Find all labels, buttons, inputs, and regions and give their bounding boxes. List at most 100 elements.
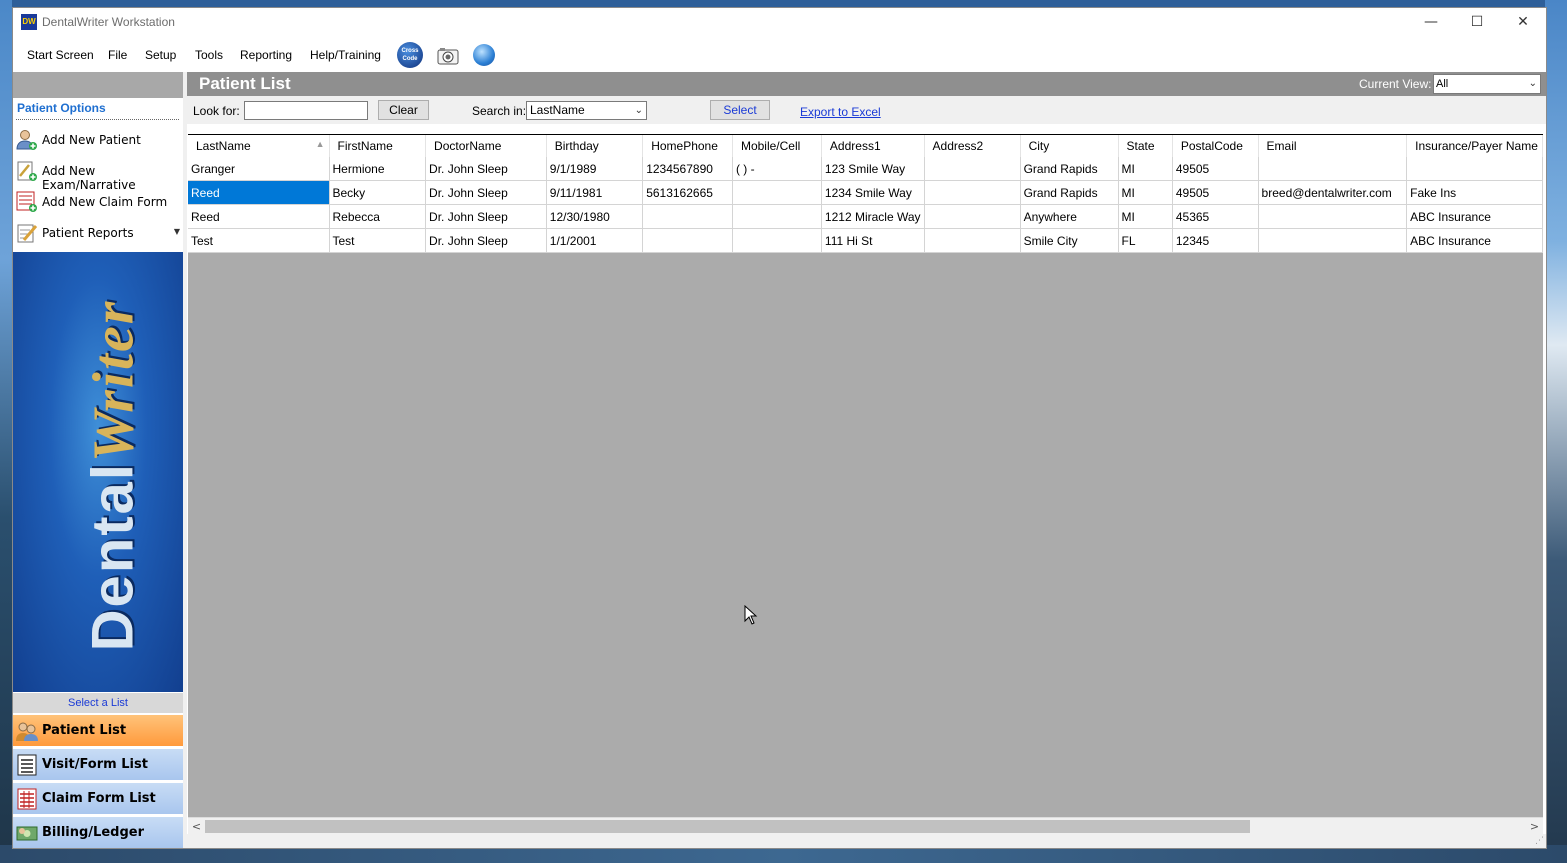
- search-in-select[interactable]: LastName ⌄: [526, 101, 647, 120]
- table-cell[interactable]: Granger: [188, 157, 330, 181]
- table-cell[interactable]: [1258, 228, 1408, 253]
- column-header-insurance[interactable]: Insurance/Payer Name: [1406, 135, 1543, 157]
- nav-visit-form-list[interactable]: Visit/Form List: [13, 748, 183, 780]
- table-cell[interactable]: [732, 228, 822, 253]
- table-cell[interactable]: Reed: [188, 204, 330, 229]
- table-cell[interactable]: 9/11/1981: [546, 180, 644, 205]
- globe-icon[interactable]: [473, 44, 495, 66]
- table-cell[interactable]: Dr. John Sleep: [425, 228, 547, 253]
- column-header-homephone[interactable]: HomePhone: [642, 135, 733, 157]
- table-cell[interactable]: Dr. John Sleep: [425, 157, 547, 181]
- table-cell[interactable]: [924, 180, 1021, 205]
- column-header-doctorname[interactable]: DoctorName: [425, 135, 547, 157]
- column-header-mobile-cell[interactable]: Mobile/Cell: [732, 135, 822, 157]
- crosscode-icon[interactable]: Cross Code: [397, 42, 423, 68]
- menu-reporting[interactable]: Reporting: [240, 48, 292, 62]
- menu-file[interactable]: File: [108, 48, 127, 62]
- export-to-excel-link[interactable]: Export to Excel: [800, 105, 881, 119]
- scroll-right-icon[interactable]: >: [1526, 818, 1543, 835]
- table-cell[interactable]: Smile City: [1020, 228, 1119, 253]
- table-cell[interactable]: ABC Insurance: [1406, 228, 1543, 253]
- table-cell[interactable]: Grand Rapids: [1020, 180, 1119, 205]
- look-for-input[interactable]: [244, 101, 368, 120]
- column-header-email[interactable]: Email: [1258, 135, 1408, 157]
- column-header-birthday[interactable]: Birthday: [546, 135, 644, 157]
- table-cell[interactable]: ( ) -: [732, 157, 822, 181]
- table-cell[interactable]: MI: [1118, 204, 1173, 229]
- scroll-left-icon[interactable]: <: [188, 818, 205, 835]
- table-cell[interactable]: [924, 228, 1021, 253]
- clear-button[interactable]: Clear: [378, 100, 429, 120]
- select-button[interactable]: Select: [710, 100, 770, 120]
- table-cell[interactable]: [642, 228, 733, 253]
- table-cell[interactable]: 123 Smile Way: [821, 157, 925, 181]
- table-cell[interactable]: Hermione: [329, 157, 427, 181]
- table-cell[interactable]: breed@dentalwriter.com: [1258, 180, 1408, 205]
- minimize-button[interactable]: —: [1408, 8, 1454, 38]
- menu-tools[interactable]: Tools: [195, 48, 223, 62]
- current-view-select[interactable]: All ⌄: [1433, 74, 1541, 94]
- nav-billing-ledger[interactable]: Billing/Ledger: [13, 816, 183, 848]
- table-cell[interactable]: Grand Rapids: [1020, 157, 1119, 181]
- table-cell[interactable]: Dr. John Sleep: [425, 204, 547, 229]
- table-cell[interactable]: [1258, 157, 1408, 181]
- column-header-lastname[interactable]: LastName ▲: [188, 135, 330, 157]
- maximize-button[interactable]: ☐: [1454, 8, 1500, 38]
- column-header-state[interactable]: State: [1118, 135, 1173, 157]
- close-button[interactable]: ✕: [1500, 8, 1546, 38]
- horizontal-scrollbar[interactable]: < >: [188, 817, 1543, 835]
- menu-setup[interactable]: Setup: [145, 48, 176, 62]
- table-cell[interactable]: [924, 157, 1021, 181]
- add-new-patient-option[interactable]: Add New Patient: [16, 126, 183, 154]
- title-bar[interactable]: DW DentalWriter Workstation — ☐ ✕: [13, 8, 1546, 38]
- table-cell[interactable]: 1/1/2001: [546, 228, 644, 253]
- table-cell[interactable]: Test: [188, 228, 330, 253]
- table-cell[interactable]: Anywhere: [1020, 204, 1119, 229]
- table-cell[interactable]: 12345: [1172, 228, 1259, 253]
- camera-icon[interactable]: [436, 46, 460, 66]
- table-cell[interactable]: [924, 204, 1021, 229]
- table-cell[interactable]: 111 Hi St: [821, 228, 925, 253]
- table-row[interactable]: Granger Hermione Dr. John Sleep 9/1/1989 123…: [188, 157, 1543, 181]
- table-cell[interactable]: Fake Ins: [1406, 180, 1543, 205]
- menu-start-screen[interactable]: Start Screen: [27, 48, 94, 62]
- table-row[interactable]: Reed Becky Dr. John Sleep 9/11/1981 56131626…: [188, 180, 1543, 205]
- table-cell[interactable]: 1234 Smile Way: [821, 180, 925, 205]
- resize-grip-icon[interactable]: ⋰: [1535, 836, 1544, 846]
- table-cell[interactable]: [642, 204, 733, 229]
- column-header-postalcode[interactable]: PostalCode: [1172, 135, 1259, 157]
- table-cell[interactable]: MI: [1118, 180, 1173, 205]
- table-cell[interactable]: [732, 204, 822, 229]
- table-cell[interactable]: Becky: [329, 180, 427, 205]
- table-cell[interactable]: 45365: [1172, 204, 1259, 229]
- nav-claim-form-list[interactable]: Claim Form List: [13, 782, 183, 814]
- table-cell[interactable]: [1406, 157, 1543, 181]
- table-row[interactable]: Test Test Dr. John Sleep 1/1/2001 111 Hi St S…: [188, 228, 1543, 253]
- table-cell[interactable]: 49505: [1172, 180, 1259, 205]
- column-header-firstname[interactable]: FirstName: [329, 135, 427, 157]
- table-cell[interactable]: [1258, 204, 1408, 229]
- table-cell[interactable]: MI: [1118, 157, 1173, 181]
- table-cell[interactable]: 5613162665: [642, 180, 733, 205]
- nav-patient-list[interactable]: Patient List: [13, 714, 183, 746]
- table-cell[interactable]: 1212 Miracle Way: [821, 204, 925, 229]
- table-cell[interactable]: 49505: [1172, 157, 1259, 181]
- menu-help-training[interactable]: Help/Training: [310, 48, 381, 62]
- table-cell[interactable]: ABC Insurance: [1406, 204, 1543, 229]
- table-cell[interactable]: 1234567890: [642, 157, 733, 181]
- table-cell[interactable]: Dr. John Sleep: [425, 180, 547, 205]
- table-cell[interactable]: 9/1/1989: [546, 157, 644, 181]
- column-header-address2[interactable]: Address2: [924, 135, 1021, 157]
- table-cell[interactable]: Reed: [188, 180, 330, 205]
- table-cell[interactable]: FL: [1118, 228, 1173, 253]
- table-cell[interactable]: 12/30/1980: [546, 204, 644, 229]
- column-header-city[interactable]: City: [1020, 135, 1119, 157]
- table-row[interactable]: Reed Rebecca Dr. John Sleep 12/30/1980 1212 …: [188, 204, 1543, 229]
- scrollbar-thumb[interactable]: [205, 820, 1250, 833]
- table-cell[interactable]: Test: [329, 228, 427, 253]
- table-cell[interactable]: [732, 180, 822, 205]
- add-new-claim-form-option[interactable]: Add New Claim Form: [16, 188, 183, 216]
- patient-reports-option[interactable]: Patient Reports ▼: [16, 219, 183, 247]
- table-cell[interactable]: Rebecca: [329, 204, 427, 229]
- column-header-address1[interactable]: Address1: [821, 135, 925, 157]
